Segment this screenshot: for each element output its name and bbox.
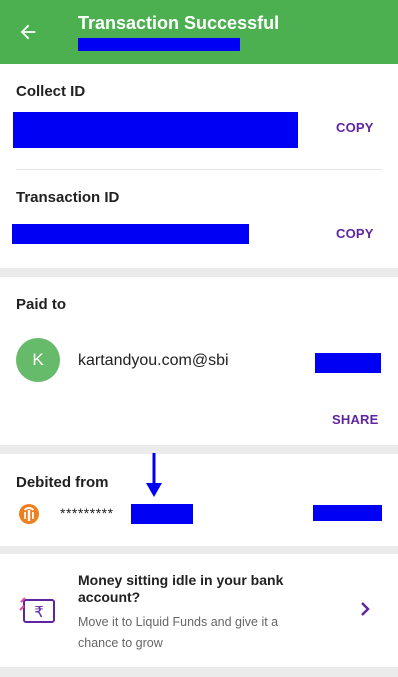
back-button[interactable] <box>14 18 42 46</box>
ids-card: Collect ID COPY Transaction ID COPY <box>0 64 398 268</box>
debited-from-label: Debited from <box>16 474 109 491</box>
rupee-card-icon: ₹ <box>19 597 55 623</box>
arrow-left-icon <box>20 24 36 40</box>
paid-to-label: Paid to <box>16 296 67 313</box>
app-header: Transaction Successful <box>0 0 398 64</box>
collect-id-label: Collect ID <box>16 83 86 100</box>
promo-title: Money sitting idle in your bank account? <box>78 572 284 605</box>
svg-text:₹: ₹ <box>34 603 44 621</box>
transaction-id-value <box>12 224 249 244</box>
redacted-amount <box>315 353 381 373</box>
collect-id-value <box>13 112 298 148</box>
divider <box>16 169 382 170</box>
copy-collect-id-button[interactable]: COPY <box>336 120 374 135</box>
transaction-id-label: Transaction ID <box>16 189 120 206</box>
redacted-debit-amount <box>313 505 382 521</box>
page-title: Transaction Successful <box>78 13 280 33</box>
promo-subtitle: Move it to Liquid Funds and give it a ch… <box>78 615 279 650</box>
chevron-right-icon[interactable] <box>358 600 372 618</box>
redacted-subtitle <box>78 38 240 51</box>
copy-transaction-id-button[interactable]: COPY <box>336 226 374 241</box>
bank-logo-icon <box>19 504 39 524</box>
redacted-account-digits <box>131 504 193 524</box>
avatar: K <box>16 338 60 382</box>
payee-name: kartandyou.com@sbi <box>78 352 229 369</box>
account-number-masked: ********* <box>60 505 114 521</box>
down-arrow-annotation-icon <box>146 453 162 497</box>
share-button[interactable]: SHARE <box>332 412 379 427</box>
debited-from-card: Debited from <box>0 454 398 546</box>
